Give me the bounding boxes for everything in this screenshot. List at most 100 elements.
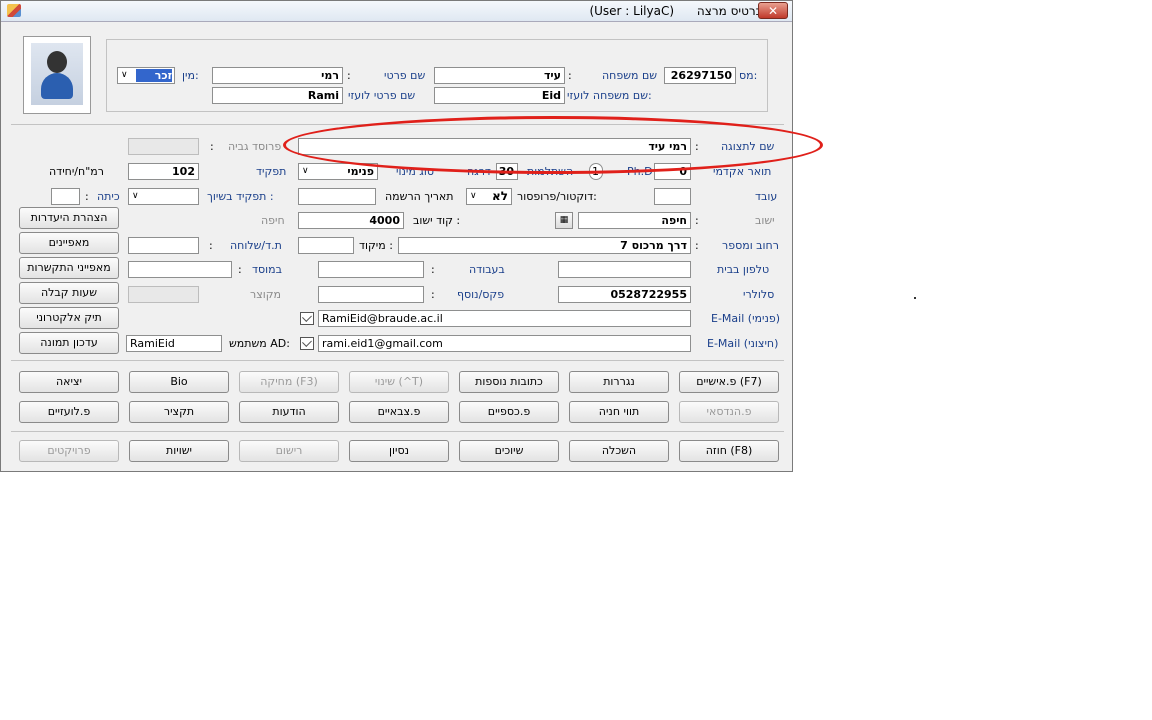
- ad-user-label: משתמש AD:: [229, 337, 290, 350]
- fax-label: פקס/נוסף: [457, 288, 505, 301]
- short-field[interactable]: [128, 286, 199, 303]
- mobile-field[interactable]: 0528722955: [558, 286, 691, 303]
- pobox-field[interactable]: [128, 237, 199, 254]
- role-assign-label: תפקיד בשיוך :: [207, 190, 274, 203]
- rank-label: רמ"ח/יחידה: [49, 165, 104, 178]
- close-button[interactable]: ✕: [758, 2, 788, 19]
- messages-button[interactable]: הודעות: [239, 401, 339, 423]
- zip-label: קוד ישוב :: [413, 214, 461, 227]
- registration-button[interactable]: רישום: [239, 440, 339, 462]
- window-title: (User : LilyaC) כרטיס מרצה: [589, 4, 762, 18]
- mail-icon[interactable]: [300, 312, 314, 325]
- personal-details-button[interactable]: פ.אישיים (F7): [679, 371, 779, 393]
- inst-label: במוסד: [252, 263, 282, 276]
- chevron-down-icon: ∨: [132, 191, 139, 201]
- gender-select[interactable]: ∨ זכר: [117, 67, 175, 84]
- lecturer-card-window: (User : LilyaC) כרטיס מרצה ✕ מס: 2629715…: [0, 0, 793, 472]
- zip-field[interactable]: 4000: [298, 212, 404, 229]
- exit-button[interactable]: יציאה: [19, 371, 119, 393]
- contact-attributes-button[interactable]: מאפייני התקשרות: [19, 257, 119, 279]
- grid-icon: ▦: [559, 215, 569, 225]
- colon: :: [347, 69, 351, 82]
- entities-button[interactable]: ישויות: [129, 440, 229, 462]
- experience-button[interactable]: נסיון: [349, 440, 449, 462]
- contract-button[interactable]: חוזה (F8): [679, 440, 779, 462]
- chevron-down-icon: ∨: [121, 70, 128, 80]
- office-hours-button[interactable]: שעות קבלה: [19, 282, 119, 304]
- attributes-button[interactable]: מאפיינים: [19, 232, 119, 254]
- electronic-file-button[interactable]: תיק אלקטרוני: [19, 307, 119, 329]
- first-en-field[interactable]: Rami: [212, 87, 343, 104]
- ms-label: מס:: [739, 69, 758, 82]
- avatar[interactable]: [23, 36, 91, 114]
- foreign-details-button[interactable]: פ.לועזיים: [19, 401, 119, 423]
- education-button[interactable]: השכלה: [569, 440, 669, 462]
- colon: :: [431, 288, 435, 301]
- projects-button[interactable]: פרויקטים: [19, 440, 119, 462]
- reg-date-label: תאריך הרשמה: [385, 190, 454, 203]
- height-label: פרוסד גביה: [228, 140, 282, 153]
- pobox-label: ת.ד/שלוחה: [230, 239, 282, 252]
- role-field[interactable]: 102: [128, 163, 199, 180]
- family-field[interactable]: עיד: [434, 67, 565, 84]
- user-icon: [31, 43, 83, 105]
- home-phone-field[interactable]: [558, 261, 691, 278]
- military-details-button[interactable]: פ.צבאיים: [349, 401, 449, 423]
- financial-details-button[interactable]: פ.כספיים: [459, 401, 559, 423]
- first-name-field[interactable]: רמי: [212, 67, 343, 84]
- chevron-down-icon: ∨: [302, 166, 309, 176]
- home-phone-label: טלפון בבית: [717, 263, 770, 276]
- chevron-down-icon: ∨: [470, 191, 477, 201]
- city-label: ישוב: [755, 214, 775, 227]
- dependents-button[interactable]: נגררות: [569, 371, 669, 393]
- email-int-field[interactable]: RamiEid@braude.ac.il: [318, 310, 691, 327]
- divider: [11, 360, 784, 361]
- bio-button[interactable]: Bio: [129, 371, 229, 393]
- reg-date-field[interactable]: [298, 188, 376, 205]
- short-label: מקוצר: [250, 288, 282, 301]
- street-field[interactable]: דרך מרכוס 7: [398, 237, 691, 254]
- email-ext-field[interactable]: rami.eid1@gmail.com: [318, 335, 691, 352]
- parking-tags-button[interactable]: תווי חניה: [569, 401, 669, 423]
- stray-dot: [914, 297, 916, 299]
- city-field[interactable]: חיפה: [578, 212, 691, 229]
- colon: :: [210, 140, 214, 153]
- mail-icon[interactable]: [300, 337, 314, 350]
- class-field[interactable]: [51, 188, 80, 205]
- fax-field[interactable]: [318, 286, 424, 303]
- worker-field[interactable]: [654, 188, 691, 205]
- change-button[interactable]: שינוי (^T): [349, 371, 449, 393]
- email-int-label: E-Mail (פנימי): [711, 312, 781, 325]
- city-text: חיפה: [261, 214, 285, 227]
- update-photo-button[interactable]: עדכון תמונה: [19, 332, 119, 354]
- doctor-select[interactable]: ∨ לא: [466, 188, 512, 205]
- family-en-field[interactable]: Eid: [434, 87, 565, 104]
- mobile-label: סלולרי: [743, 288, 775, 301]
- work-label: בעבודה: [469, 263, 505, 276]
- work-phone-field[interactable]: [318, 261, 424, 278]
- colon: :: [209, 239, 213, 252]
- gender-value: זכר: [136, 69, 172, 82]
- inst-phone-field[interactable]: [128, 261, 232, 278]
- role-assign-select[interactable]: ∨: [128, 188, 199, 205]
- annotation-ellipse: [283, 116, 823, 174]
- gender-label: מין:: [182, 69, 199, 82]
- zipcode-field[interactable]: [298, 237, 354, 254]
- absence-declaration-button[interactable]: הצהרת היעדרות: [19, 207, 119, 229]
- height-field[interactable]: [128, 138, 199, 155]
- summary-button[interactable]: תקציר: [129, 401, 229, 423]
- email-ext-label: E-Mail (חיצוני): [707, 337, 779, 350]
- street-label: רחוב ומספר: [722, 239, 779, 252]
- ms-field[interactable]: 26297150: [664, 67, 736, 84]
- colon: :: [431, 263, 435, 276]
- additional-addresses-button[interactable]: כתובות נוספות: [459, 371, 559, 393]
- assignments-button[interactable]: שיוכים: [459, 440, 559, 462]
- ad-user-field[interactable]: RamiEid: [126, 335, 222, 352]
- colon: :: [568, 69, 572, 82]
- colon: :: [85, 190, 89, 203]
- role-label: תפקיד: [256, 165, 287, 178]
- delete-button[interactable]: מחיקה (F3): [239, 371, 339, 393]
- engineer-details-button[interactable]: פ.הנדסאי: [679, 401, 779, 423]
- city-lookup-button[interactable]: ▦: [555, 212, 573, 229]
- first-name-label: שם פרטי: [384, 69, 426, 82]
